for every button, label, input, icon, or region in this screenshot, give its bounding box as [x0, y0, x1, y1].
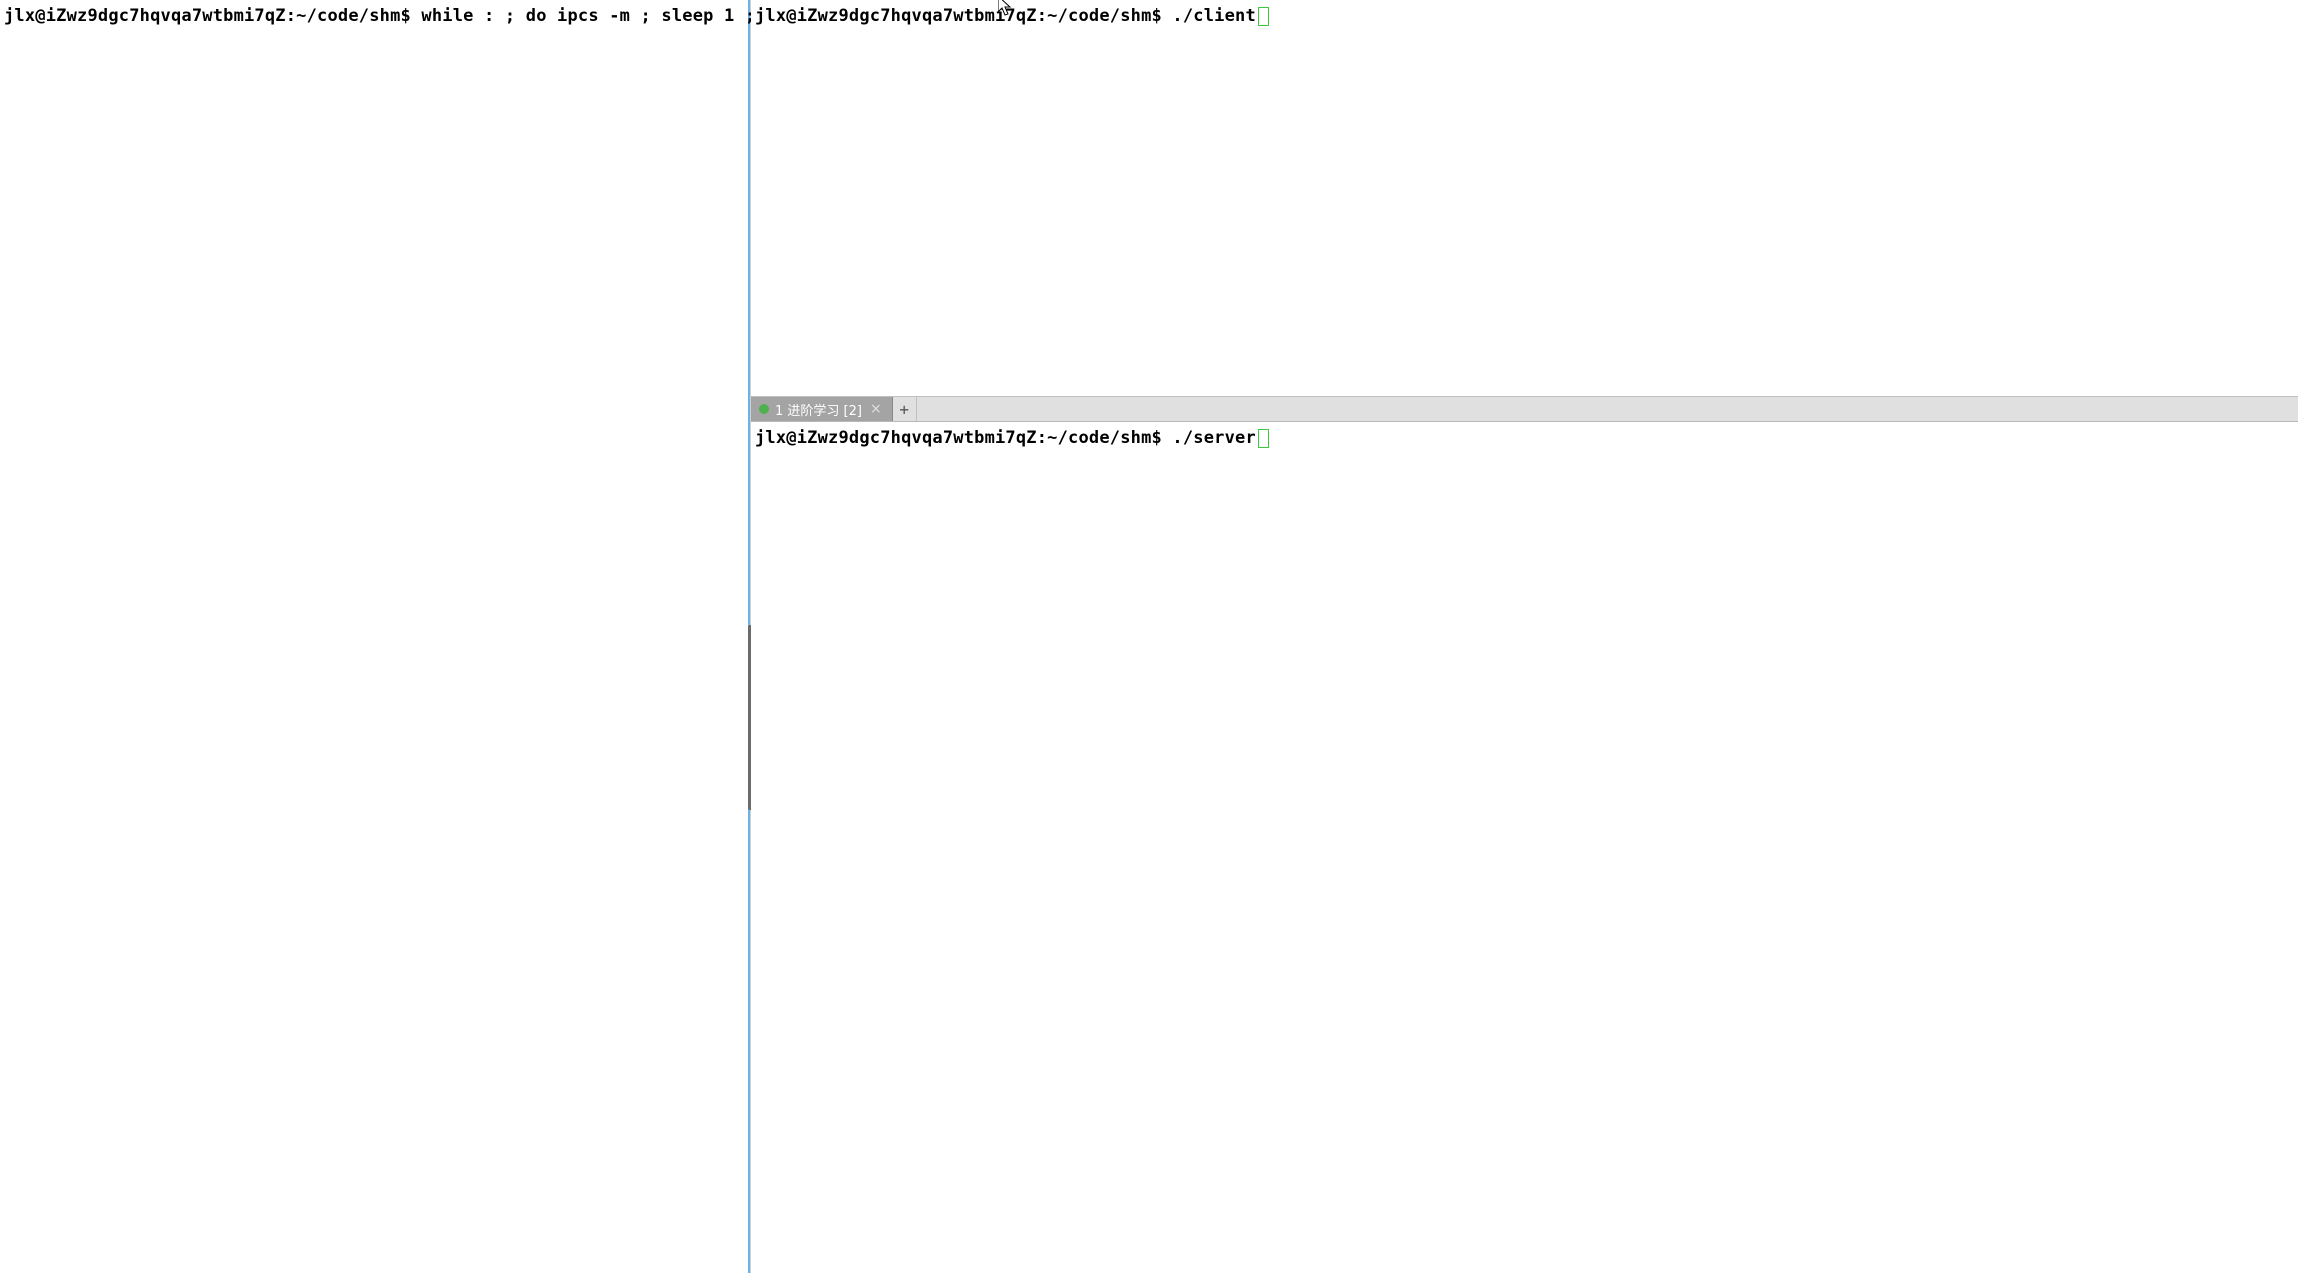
shell-prompt: jlx@iZwz9dgc7hqvqa7wtbmi7qZ:~/code/shm$	[755, 6, 1172, 26]
tab-label: 1 进阶学习 [2]	[775, 400, 862, 419]
terminal-line: jlx@iZwz9dgc7hqvqa7wtbmi7qZ:~/code/shm$ …	[0, 0, 748, 26]
terminal-pane-bottom-right[interactable]: jlx@iZwz9dgc7hqvqa7wtbmi7qZ:~/code/shm$ …	[751, 422, 2298, 1273]
cursor-icon	[1258, 7, 1269, 26]
tab-bar: 1 进阶学习 [2] × +	[751, 397, 2298, 422]
cursor-icon	[1258, 429, 1269, 448]
new-tab-button[interactable]: +	[893, 397, 917, 421]
terminal-line: jlx@iZwz9dgc7hqvqa7wtbmi7qZ:~/code/shm$ …	[751, 0, 2298, 26]
plus-icon: +	[899, 400, 909, 419]
close-icon[interactable]: ×	[868, 401, 884, 417]
shell-prompt: jlx@iZwz9dgc7hqvqa7wtbmi7qZ:~/code/shm$	[755, 428, 1172, 448]
status-dot-icon	[759, 404, 769, 414]
tab-bar-spacer	[917, 397, 2298, 421]
terminal-pane-left[interactable]: jlx@iZwz9dgc7hqvqa7wtbmi7qZ:~/code/shm$ …	[0, 0, 750, 1273]
shell-command: ./server	[1172, 428, 1255, 448]
shell-prompt: jlx@iZwz9dgc7hqvqa7wtbmi7qZ:~/code/shm$	[4, 6, 421, 26]
terminal-line: jlx@iZwz9dgc7hqvqa7wtbmi7qZ:~/code/shm$ …	[751, 422, 2298, 448]
tab-session[interactable]: 1 进阶学习 [2] ×	[751, 397, 893, 421]
shell-command: ./client	[1172, 6, 1255, 26]
terminal-pane-top-right[interactable]: jlx@iZwz9dgc7hqvqa7wtbmi7qZ:~/code/shm$ …	[751, 0, 2298, 396]
